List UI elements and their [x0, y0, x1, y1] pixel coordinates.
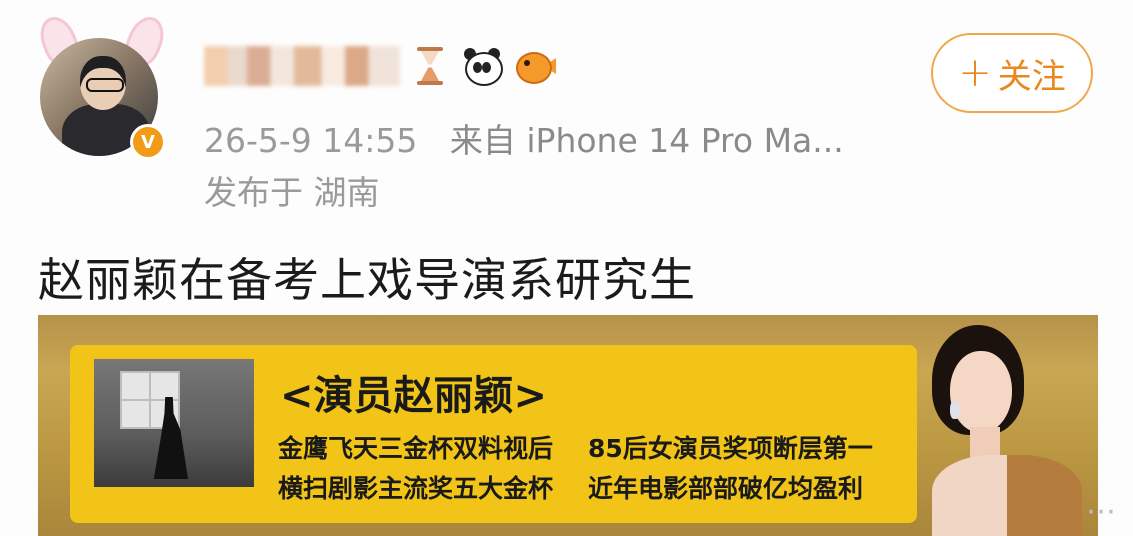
follow-button[interactable]: + 关注	[931, 33, 1093, 113]
plus-icon: +	[958, 50, 992, 96]
post-image[interactable]: <演员赵丽颖> 金鹰飞天三金杯双料视后 横扫剧影主流奖五大金杯 85后女演员奖项…	[38, 315, 1098, 536]
banner-text-line: 85后女演员奖项断层第一	[588, 434, 873, 463]
post-text: 赵丽颖在备考上戏导演系研究生	[38, 253, 696, 307]
follow-label: 关注	[997, 56, 1066, 97]
fish-icon	[512, 44, 556, 88]
post-meta: 26-5-9 14:55 来自 iPhone 14 Pro Ma...	[204, 114, 844, 162]
verified-badge-icon: V	[130, 124, 166, 160]
actress-portrait	[898, 315, 1098, 536]
hourglass-icon	[408, 44, 452, 88]
panda-icon	[460, 44, 504, 88]
avatar-glasses	[86, 78, 124, 92]
banner-title: <演员赵丽颖>	[280, 373, 548, 419]
post-location: 发布于 湖南	[204, 173, 380, 212]
username-row[interactable]	[204, 42, 556, 90]
banner-text-line: 近年电影部部破亿均盈利	[588, 474, 864, 503]
weibo-post: V + 关注 26-5-9 14:55 来自 iPhone 14 Pro Ma.…	[0, 0, 1133, 536]
banner-text-line: 金鹰飞天三金杯双料视后	[278, 434, 554, 463]
avatar-container[interactable]: V	[30, 11, 171, 166]
post-timestamp: 26-5-9 14:55	[204, 121, 418, 160]
username-blurred[interactable]	[204, 46, 400, 86]
post-source: 来自 iPhone 14 Pro Ma...	[449, 121, 844, 160]
banner-text-line: 横扫剧影主流奖五大金杯	[278, 474, 554, 503]
banner-photo	[94, 359, 254, 487]
more-icon[interactable]: ⋯	[1086, 494, 1118, 529]
